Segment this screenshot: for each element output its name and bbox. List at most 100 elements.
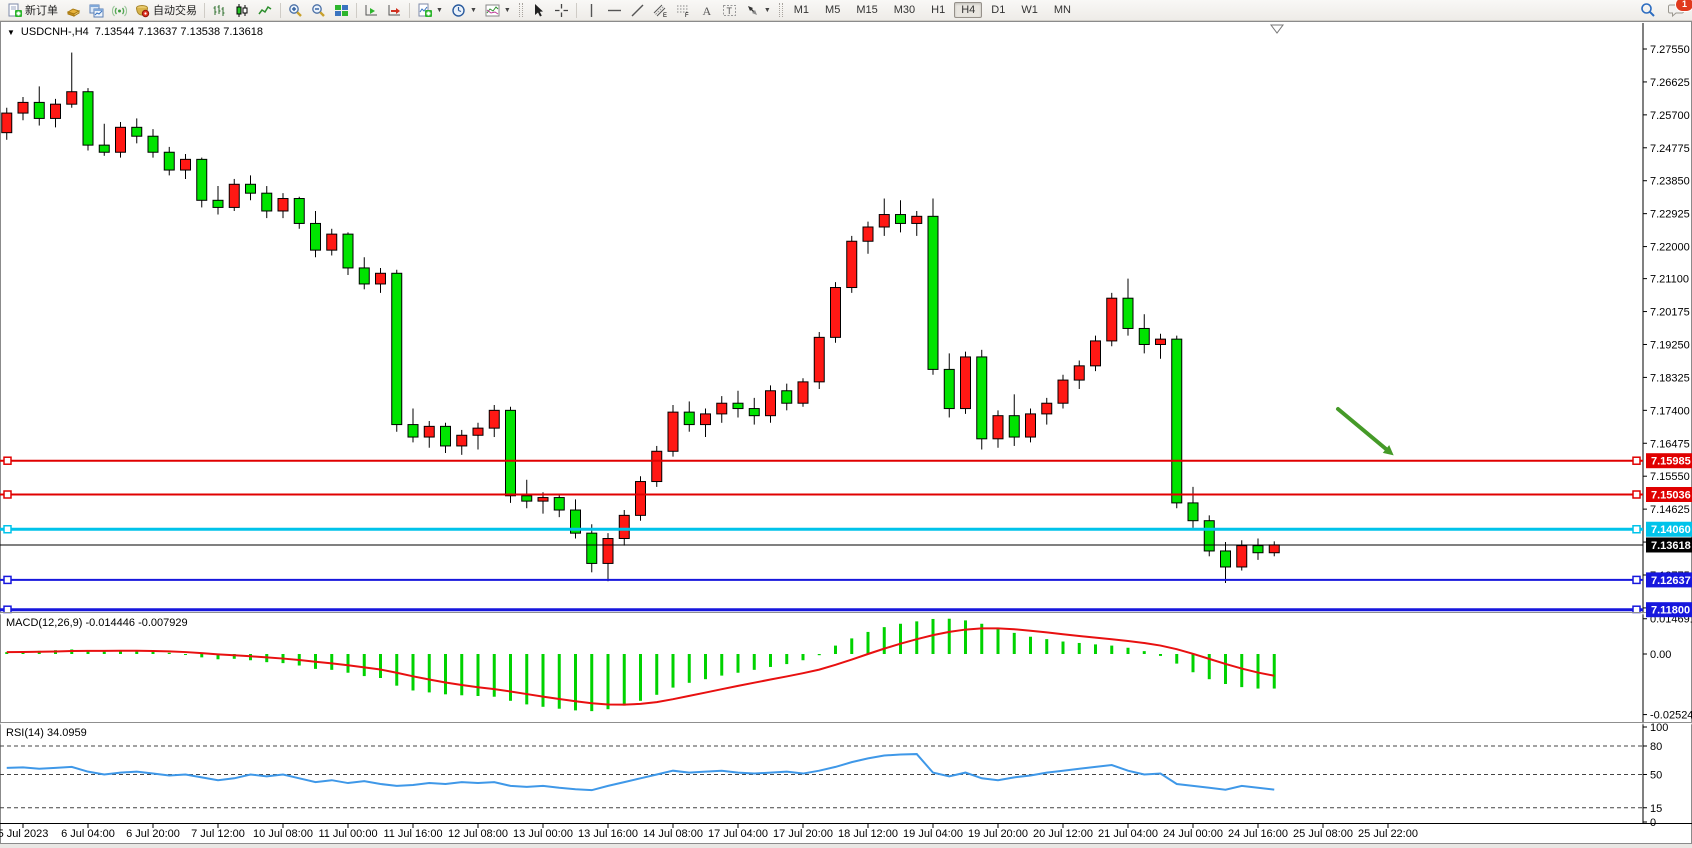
zoom-out-icon: [311, 3, 326, 18]
svg-text:50: 50: [1650, 770, 1662, 782]
new-order-button[interactable]: 新订单: [3, 0, 62, 21]
toolbar-grip[interactable]: [519, 3, 523, 17]
bear-candle: [733, 403, 743, 408]
svg-text:11 Jul 16:00: 11 Jul 16:00: [383, 828, 442, 840]
tile-windows-button[interactable]: [330, 0, 353, 21]
price-badge: 7.14060: [1646, 522, 1692, 537]
search-button[interactable]: [1636, 0, 1660, 21]
bull-candle: [798, 382, 808, 403]
cursor-button[interactable]: [527, 0, 550, 21]
bar-chart-button[interactable]: [208, 0, 231, 21]
trendline-button[interactable]: [626, 0, 649, 21]
text-button[interactable]: A: [695, 0, 718, 21]
bull-candle: [1237, 546, 1247, 567]
chart-template-button[interactable]: ▼: [481, 0, 515, 21]
bull-candle: [1156, 339, 1166, 344]
line-handle[interactable]: [4, 576, 11, 583]
chart-shift-button[interactable]: [383, 0, 406, 21]
new-chart-button[interactable]: ▼: [413, 0, 447, 21]
timeframe-M30-button[interactable]: M30: [887, 2, 922, 18]
time-axis-labels: 5 Jul 20236 Jul 04:006 Jul 20:007 Jul 12…: [0, 824, 1418, 840]
bear-candle: [506, 410, 516, 495]
fibonacci-button[interactable]: F: [672, 0, 695, 21]
timeframe-M1-button[interactable]: M1: [787, 2, 816, 18]
crosshair-button[interactable]: [550, 0, 573, 21]
bull-candle: [473, 428, 483, 435]
bull-candle: [1074, 366, 1084, 380]
arrow-annotation[interactable]: [1338, 409, 1386, 449]
profiles-button[interactable]: ▼: [447, 0, 481, 21]
line-chart-button[interactable]: [254, 0, 277, 21]
bull-candle: [668, 412, 678, 451]
timeframe-H1-button[interactable]: H1: [924, 2, 952, 18]
line-chart-icon: [258, 3, 273, 18]
equidistant-channel-icon: E: [653, 3, 668, 18]
bear-candle: [1188, 503, 1198, 521]
svg-text:7.22925: 7.22925: [1650, 209, 1690, 221]
line-handle[interactable]: [4, 526, 11, 533]
equidistant-channel-button[interactable]: E: [649, 0, 672, 21]
autotrading-button[interactable]: 自动交易: [131, 0, 201, 21]
bear-candle: [132, 127, 142, 136]
bull-candle: [1026, 414, 1036, 437]
svg-text:7.26625: 7.26625: [1650, 77, 1690, 89]
candlestick-chart-button[interactable]: [231, 0, 254, 21]
svg-text:7.11800: 7.11800: [1651, 605, 1690, 617]
timeframe-MN-button[interactable]: MN: [1047, 2, 1078, 18]
line-handle[interactable]: [1633, 576, 1640, 583]
timeframe-H4-button[interactable]: H4: [954, 2, 982, 18]
svg-text:7 Jul 12:00: 7 Jul 12:00: [191, 828, 245, 840]
toolbar-grip[interactable]: [779, 3, 783, 17]
gold-box-button[interactable]: [62, 0, 85, 21]
symbol-dropdown-icon[interactable]: ▼: [7, 28, 15, 37]
svg-text:0.00: 0.00: [1650, 649, 1671, 661]
bear-candle: [977, 357, 987, 439]
chevron-down-icon: ▼: [436, 7, 443, 14]
svg-text:19 Jul 20:00: 19 Jul 20:00: [968, 828, 1028, 840]
line-handle[interactable]: [4, 491, 11, 498]
toolbar-separator: [576, 3, 577, 18]
svg-text:7.25700: 7.25700: [1650, 110, 1690, 122]
chat-button[interactable]: 1: [1664, 0, 1689, 21]
chart-shift-marker[interactable]: [1271, 25, 1283, 33]
bull-candle: [863, 227, 873, 241]
svg-text:7.12637: 7.12637: [1651, 575, 1691, 587]
line-handle[interactable]: [1633, 457, 1640, 464]
chart-title-bar[interactable]: ▼ USDCNH-,H4 7.13544 7.13637 7.13538 7.1…: [7, 26, 263, 38]
charts-window-icon: [89, 3, 104, 18]
bear-candle: [359, 268, 369, 284]
bull-candle: [619, 515, 629, 538]
timeframe-M5-button[interactable]: M5: [818, 2, 847, 18]
timeframe-W1-button[interactable]: W1: [1014, 2, 1045, 18]
horizontal-line-button[interactable]: [603, 0, 626, 21]
zoom-in-button[interactable]: [284, 0, 307, 21]
svg-text:18 Jul 12:00: 18 Jul 12:00: [838, 828, 898, 840]
bull-candle: [51, 104, 61, 118]
macd-indicator-label: MACD(12,26,9) -0.014446 -0.007929: [6, 617, 188, 629]
timeframe-D1-button[interactable]: D1: [984, 2, 1012, 18]
zoom-out-button[interactable]: [307, 0, 330, 21]
text-label-button[interactable]: T: [718, 0, 741, 21]
signal-button[interactable]: [108, 0, 131, 21]
chart-shift-icon: [387, 3, 402, 18]
bull-candle: [814, 337, 824, 382]
chart-canvas[interactable]: 7.275507.266257.257007.247757.238507.229…: [0, 0, 1692, 848]
bull-candle: [116, 127, 126, 152]
main-toolbar: 新订单 自动交易: [0, 0, 1692, 21]
svg-text:80: 80: [1650, 741, 1662, 753]
line-handle[interactable]: [4, 457, 11, 464]
arrows-button[interactable]: ▼: [741, 0, 775, 21]
timeframe-M15-button[interactable]: M15: [849, 2, 884, 18]
toolbar-separator: [409, 3, 410, 18]
svg-text:10 Jul 08:00: 10 Jul 08:00: [253, 828, 313, 840]
bull-candle: [717, 403, 727, 414]
auto-scroll-button[interactable]: [360, 0, 383, 21]
vertical-line-button[interactable]: [580, 0, 603, 21]
charts-window-button[interactable]: [85, 0, 108, 21]
bear-candle: [441, 426, 451, 446]
bull-candle: [1058, 380, 1068, 403]
bull-candle: [229, 184, 239, 207]
line-handle[interactable]: [1633, 526, 1640, 533]
line-handle[interactable]: [1633, 491, 1640, 498]
macd-histogram: [7, 619, 1275, 711]
